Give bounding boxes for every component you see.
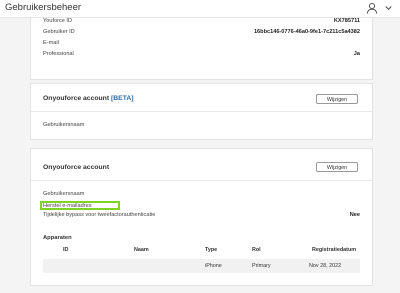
- user-icon[interactable]: [366, 2, 378, 14]
- top-bar: Gebruikersbeheer: [0, 0, 400, 18]
- divider: [31, 111, 372, 112]
- onyouforce-beta-card: Onyouforce account [BETA] Wijzigen Gebru…: [30, 83, 373, 140]
- edit-button[interactable]: Wijzigen: [316, 94, 358, 104]
- column-header-role: Rol: [252, 247, 261, 253]
- profile-label: Youforce ID: [43, 18, 73, 24]
- username-label: Gebruikersnaam: [43, 191, 85, 197]
- device-type: iPhone: [205, 263, 222, 269]
- bypass-value: Nee: [349, 212, 360, 218]
- profile-value: 16bbc146-0776-46a0-9fe1-7c211c5a4382: [253, 29, 360, 35]
- profile-value: Ja: [353, 51, 360, 57]
- card-title-text: Onyouforce account: [43, 95, 110, 102]
- chevron-down-icon[interactable]: [385, 5, 392, 11]
- devices-title: Apparaten: [43, 235, 72, 241]
- column-header-date: Registratiedatum: [312, 247, 357, 253]
- edit-button[interactable]: Wijzigen: [316, 162, 358, 172]
- beta-badge: [BETA]: [110, 95, 134, 102]
- divider: [31, 180, 372, 181]
- bypass-label: Tijdelijke bypass voor tweefactorauthent…: [43, 212, 156, 218]
- card-title: Onyouforce account [BETA]: [43, 95, 134, 102]
- device-date: Nov 28, 2022: [309, 263, 342, 269]
- device-role: Primary: [252, 263, 271, 269]
- table-row[interactable]: iPhone Primary Nov 28, 2022: [43, 259, 360, 273]
- app-title: Gebruikersbeheer: [5, 2, 82, 13]
- profile-card: Youforce ID KX785711 Gebruiker ID 16bbc1…: [30, 8, 373, 80]
- profile-label: Professional: [43, 51, 74, 57]
- username-label: Gebruikersnaam: [43, 122, 85, 128]
- profile-label: Gebruiker ID: [43, 29, 75, 35]
- card-title: Onyouforce account: [43, 164, 110, 171]
- column-header-id: ID: [63, 247, 69, 253]
- column-header-name: Naam: [134, 247, 149, 253]
- column-header-type: Type: [205, 247, 218, 253]
- onyouforce-card: Onyouforce account Wijzigen Gebruikersna…: [30, 148, 373, 286]
- profile-value: KX785711: [333, 18, 360, 24]
- recovery-email-label: Herstel e-mailadres: [43, 203, 92, 209]
- profile-label: E-mail: [43, 40, 59, 46]
